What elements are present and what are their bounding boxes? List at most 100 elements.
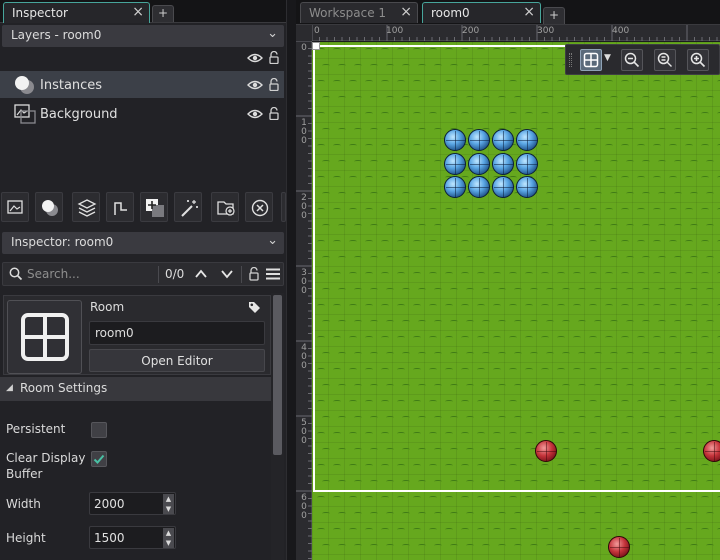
blue-instance[interactable] <box>444 129 466 151</box>
grass-tuft <box>492 496 501 499</box>
blue-instance[interactable] <box>444 176 466 198</box>
room-editor: Workspace 1 × room0 × + 0 100 200 300 40… <box>296 0 720 560</box>
open-editor-button[interactable]: Open Editor <box>89 349 265 372</box>
grid-icon <box>583 52 599 68</box>
next-result-button[interactable] <box>220 269 234 279</box>
scrollbar-thumb[interactable] <box>273 295 282 455</box>
red-instance[interactable] <box>703 440 720 462</box>
room-canvas[interactable] <box>312 42 720 560</box>
add-background-layer-button[interactable] <box>1 192 29 222</box>
decrement-arrow-icon[interactable]: ▼ <box>163 538 174 548</box>
ruler-corner <box>296 25 312 41</box>
previous-result-button[interactable] <box>194 269 208 279</box>
grid-toggle-button[interactable] <box>580 49 602 71</box>
persistent-checkbox[interactable] <box>91 422 107 438</box>
zoom-in-button[interactable] <box>687 49 709 71</box>
add-asset-layer-button[interactable] <box>140 192 168 222</box>
ruler-label: 200 <box>462 26 480 36</box>
grass-tuft <box>572 496 581 499</box>
layers-dropdown[interactable]: Layers - room0 ⌄ <box>2 25 284 47</box>
red-instance[interactable] <box>535 440 557 462</box>
inspector-dropdown[interactable]: Inspector: room0 ⌄ <box>2 232 284 254</box>
ruler-label: 600 <box>301 493 307 521</box>
add-tab-button[interactable]: + <box>543 7 565 24</box>
instance-layer-icon <box>42 200 58 216</box>
close-icon[interactable]: × <box>523 4 535 20</box>
blue-instance[interactable] <box>492 176 514 198</box>
blue-instance[interactable] <box>468 176 490 198</box>
decrement-arrow-icon[interactable]: ▼ <box>163 504 174 514</box>
room-name-input[interactable]: room0 <box>89 321 265 345</box>
grass-tuft <box>705 544 714 547</box>
tab-label: room0 <box>431 6 470 20</box>
blue-instance[interactable] <box>492 153 514 175</box>
eye-icon[interactable] <box>247 53 263 63</box>
unlock-icon[interactable] <box>249 267 259 281</box>
layer-row-background[interactable]: Background <box>0 100 284 127</box>
width-value: 2000 <box>94 497 125 511</box>
eye-icon[interactable] <box>247 80 263 90</box>
zoom-out-button[interactable] <box>621 49 643 71</box>
unlock-icon[interactable] <box>269 78 279 91</box>
grass-tuft <box>636 528 645 531</box>
room-settings-header[interactable]: ◢ Room Settings <box>0 377 271 401</box>
unlock-icon[interactable] <box>269 51 279 64</box>
width-input[interactable]: 2000 ▲ ▼ <box>89 492 176 515</box>
tag-icon[interactable] <box>248 301 261 314</box>
inspector-scrollbar[interactable] <box>271 293 284 560</box>
grid-options-dropdown-icon[interactable]: ▼ <box>604 53 611 63</box>
close-icon[interactable]: × <box>132 4 144 20</box>
blue-instance[interactable] <box>516 176 538 198</box>
add-effect-layer-button[interactable] <box>174 192 202 222</box>
blue-instance[interactable] <box>516 129 538 151</box>
clear-display-buffer-checkbox[interactable] <box>91 451 107 467</box>
tab-room0[interactable]: room0 × <box>422 2 541 23</box>
grip-handle[interactable] <box>569 53 572 67</box>
blue-instance[interactable] <box>492 129 514 151</box>
height-input[interactable]: 1500 ▲ ▼ <box>89 526 176 549</box>
blue-instance[interactable] <box>468 153 490 175</box>
panel-splitter[interactable] <box>286 0 296 560</box>
grass-tuft <box>705 512 714 515</box>
room-card: Room room0 Open Editor <box>3 295 271 375</box>
editor-tabbar: Workspace 1 × room0 × + <box>296 0 720 25</box>
blue-instance[interactable] <box>444 153 466 175</box>
add-path-layer-button[interactable] <box>106 192 134 222</box>
search-result-count: 0/0 <box>165 267 185 281</box>
grass-tuft <box>497 512 506 515</box>
blue-instance[interactable] <box>468 129 490 151</box>
grass-tuft <box>540 528 549 531</box>
layer-row-instances[interactable]: Instances <box>0 71 284 98</box>
grass-tuft <box>604 496 613 499</box>
zoom-reset-button[interactable] <box>654 49 676 71</box>
tab-workspace-1[interactable]: Workspace 1 × <box>300 2 418 23</box>
add-instance-layer-button[interactable] <box>35 192 63 222</box>
search-input[interactable] <box>27 266 152 282</box>
blue-instance[interactable] <box>516 153 538 175</box>
horizontal-ruler: 0 100 200 300 400 <box>312 25 720 41</box>
eye-icon[interactable] <box>247 109 263 119</box>
close-icon[interactable]: × <box>400 4 412 20</box>
increment-arrow-icon[interactable]: ▲ <box>163 528 174 538</box>
grass-tuft <box>689 512 698 515</box>
delete-layer-button[interactable] <box>245 192 273 222</box>
increment-arrow-icon[interactable]: ▲ <box>163 494 174 504</box>
tab-inspector[interactable]: Inspector × <box>3 2 150 23</box>
red-instance[interactable] <box>608 536 630 558</box>
layers-dropdown-label: Layers - room0 <box>11 28 102 42</box>
add-tab-button[interactable]: + <box>152 5 174 22</box>
grass-tuft <box>577 544 586 547</box>
grass-tuft <box>364 496 373 499</box>
unlock-icon[interactable] <box>269 107 279 120</box>
add-layer-folder-button[interactable] <box>211 192 239 222</box>
ruler-label: 500 <box>301 418 307 446</box>
grass-tuft <box>396 496 405 499</box>
grass-tuft <box>444 496 453 499</box>
add-tile-layer-button[interactable] <box>72 192 100 222</box>
room-boundary <box>313 45 720 492</box>
menu-icon[interactable] <box>266 268 280 280</box>
grass-tuft <box>700 496 709 499</box>
clear-display-buffer-label-line1: Clear Display <box>6 451 86 465</box>
grass-tuft <box>689 544 698 547</box>
grass-tuft <box>433 512 442 515</box>
